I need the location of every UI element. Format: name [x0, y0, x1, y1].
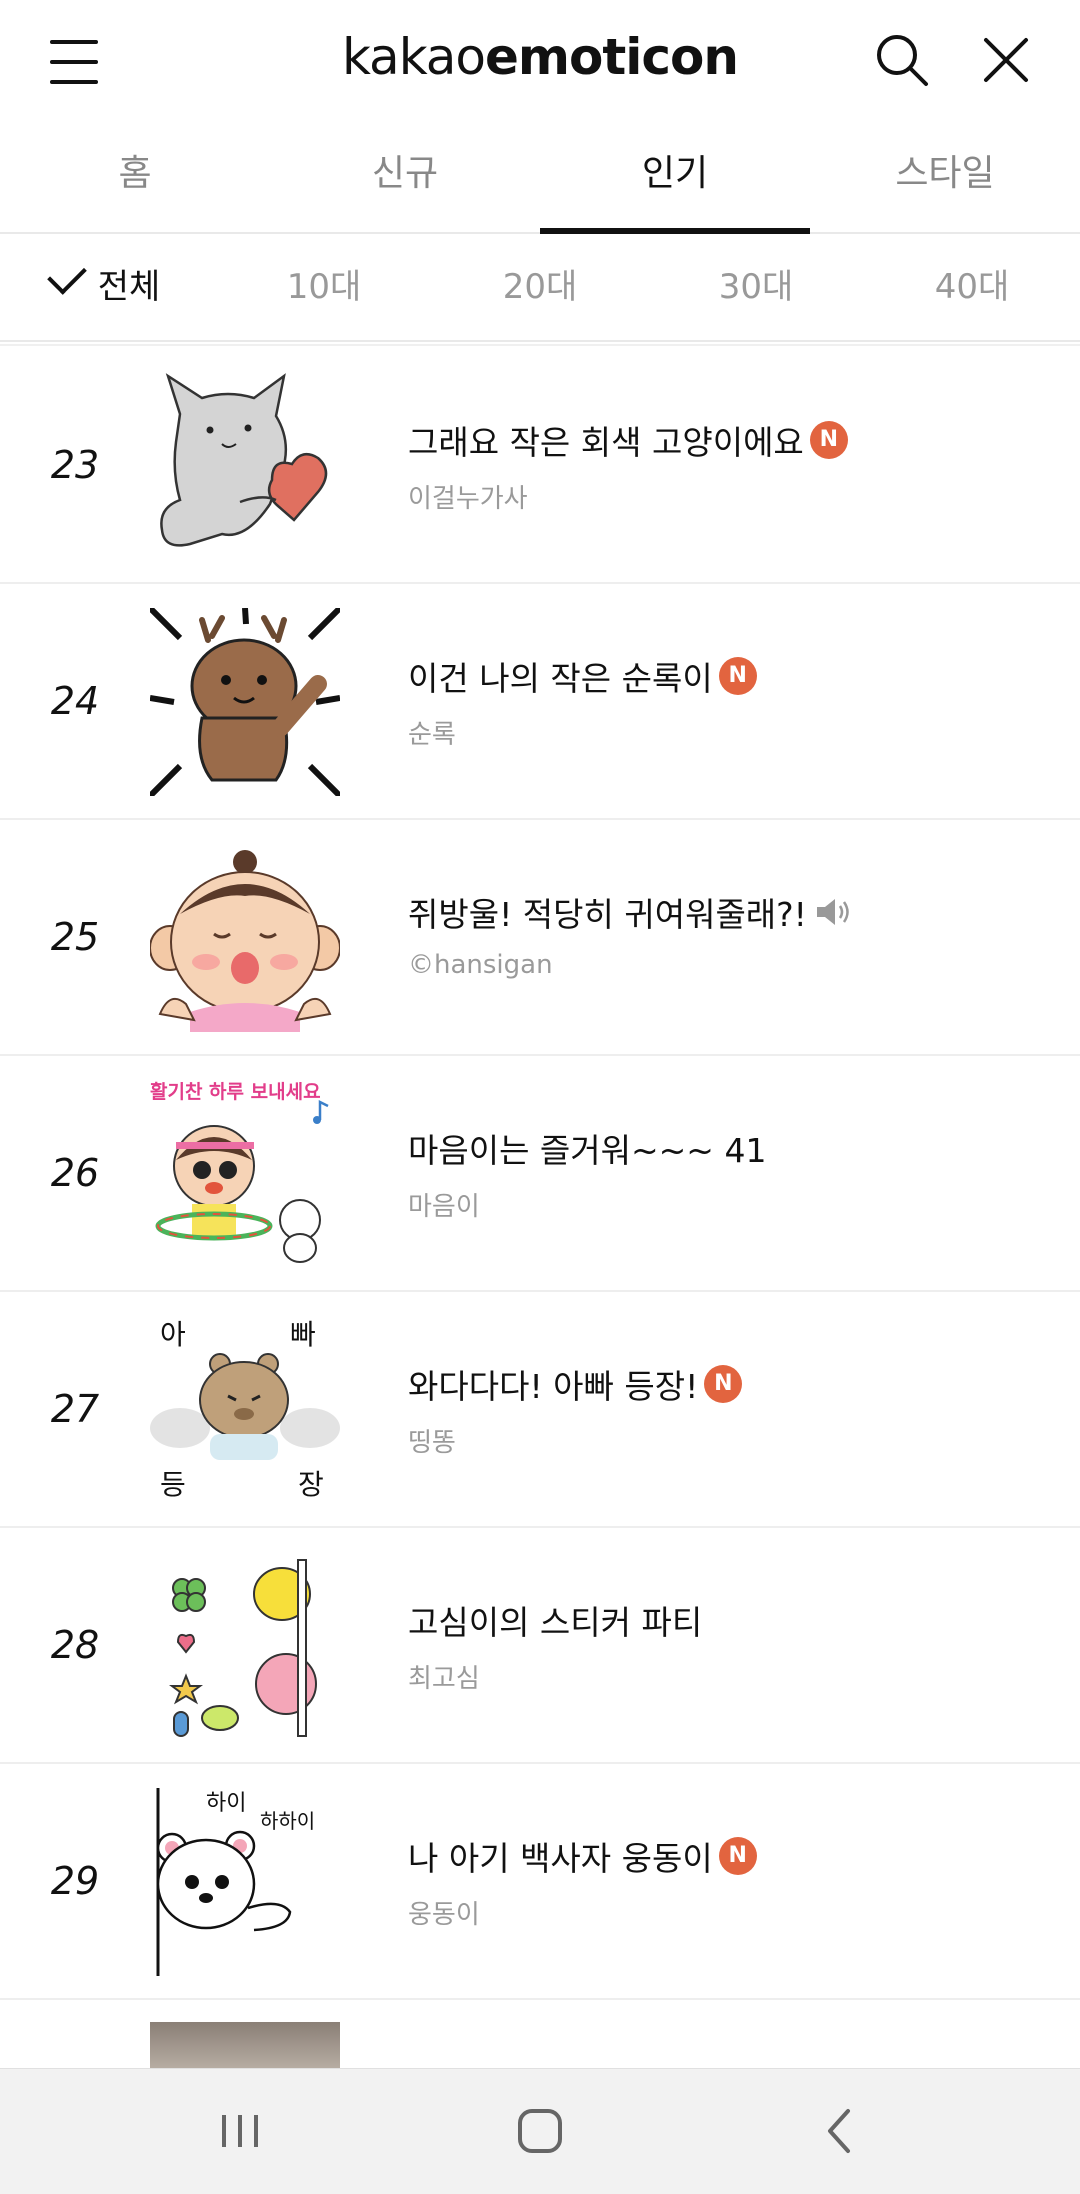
- logo-emoticon-text: emoticon: [485, 28, 739, 86]
- rank-number: 27: [50, 1387, 100, 1431]
- system-navigation-bar: [0, 2068, 1080, 2194]
- filter-10s[interactable]: 10대: [216, 234, 432, 340]
- age-filter-bar: 전체 10대 20대 30대 40대: [0, 234, 1080, 342]
- reindeer-thumbnail: [150, 608, 340, 796]
- list-item[interactable]: 28 고심이의 스티커 파티 최고심: [0, 1528, 1080, 1764]
- search-icon[interactable]: [872, 30, 932, 90]
- item-title: 고심이의 스티커 파티: [408, 1603, 703, 1642]
- item-info: 나 아기 백사자 웅동이 N 웅동이: [408, 1832, 1060, 1931]
- item-title-row: 이건 나의 작은 순록이 N: [408, 652, 1060, 700]
- thumb-text: 하이: [206, 1791, 246, 1816]
- list-item[interactable]: 27 아 빠 등 장 와다다다! 아빠 등장! N 띵똥: [0, 1292, 1080, 1528]
- thumb-text: 하하이: [260, 1809, 315, 1833]
- list-item[interactable]: 24 이건 나의 작은 순록이 N 순록: [0, 584, 1080, 820]
- filter-40s[interactable]: 40대: [864, 234, 1080, 340]
- white-lion-thumbnail: 하이 하하이: [156, 1788, 315, 1976]
- thumb-char: 아: [160, 1318, 186, 1351]
- item-title-row: 나 아기 백사자 웅동이 N: [408, 1832, 1060, 1880]
- tab-style[interactable]: 스타일: [810, 124, 1080, 232]
- sound-speaker-icon: [816, 899, 849, 925]
- item-info: 쥐방울! 적당히 귀여워줄래?! ©hansigan: [408, 888, 1060, 980]
- rank-number: 28: [50, 1623, 100, 1667]
- item-author: ©hansigan: [408, 950, 553, 980]
- item-title: 그래요 작은 회색 고양이에요: [408, 423, 804, 462]
- filter-20s[interactable]: 20대: [432, 234, 648, 340]
- category-tabs: 홈 신규 인기 스타일: [0, 124, 1080, 234]
- new-badge: N: [718, 1837, 757, 1875]
- list-item[interactable]: 25 쥐방울! 적당히 귀여워줄래?! ©hansigan: [0, 820, 1080, 1056]
- bear-dad-thumbnail: 아 빠 등 장: [150, 1318, 340, 1501]
- close-icon[interactable]: [976, 30, 1036, 90]
- item-title-row: 그래요 작은 회색 고양이에요 N: [408, 416, 1060, 464]
- ranking-list: 23 그래요 작은 회색 고양이에요 N 이걸누가사 24 이건 나의 작은 순…: [0, 348, 1080, 2000]
- item-title-row: 마음이는 즐거워~~~ 41: [408, 1124, 1060, 1172]
- thumb-caption: 활기찬 하루 보내세요: [150, 1081, 321, 1103]
- rank-number: 24: [50, 679, 100, 723]
- filter-30s[interactable]: 30대: [648, 234, 864, 340]
- item-info: 고심이의 스티커 파티 최고심: [408, 1596, 1060, 1695]
- item-info: 와다다다! 아빠 등장! N 띵똥: [408, 1360, 1060, 1459]
- item-info: 이건 나의 작은 순록이 N 순록: [408, 652, 1060, 751]
- back-icon[interactable]: [810, 2101, 870, 2161]
- rank-number: 25: [50, 915, 100, 959]
- check-icon: [46, 255, 87, 295]
- tab-new[interactable]: 신규: [270, 124, 540, 232]
- item-author: 이걸누가사: [408, 484, 528, 514]
- rank-number: 29: [50, 1859, 100, 1903]
- home-icon[interactable]: [510, 2101, 570, 2161]
- tab-popular[interactable]: 인기: [540, 124, 810, 234]
- item-info: 마음이는 즐거워~~~ 41 마음이: [408, 1124, 1060, 1223]
- item-author: 마음이: [408, 1192, 480, 1222]
- new-badge: N: [718, 657, 757, 695]
- item-info: 그래요 작은 회색 고양이에요 N 이걸누가사: [408, 416, 1060, 515]
- baby-girl-thumbnail: [150, 850, 340, 1032]
- logo-kakao-text: kakao: [341, 28, 486, 86]
- thumb-char: 등: [160, 1468, 186, 1501]
- item-title: 마음이는 즐거워~~~ 41: [408, 1131, 767, 1170]
- item-author: 순록: [408, 720, 456, 750]
- new-badge: N: [704, 1365, 743, 1403]
- item-author: 웅동이: [408, 1900, 480, 1930]
- item-title: 나 아기 백사자 웅동이: [408, 1839, 713, 1878]
- item-author: 최고심: [408, 1664, 480, 1694]
- item-title: 와다다다! 아빠 등장!: [408, 1367, 699, 1406]
- list-item[interactable]: 29 하이 하하이 나 아기 백사자 웅동이 N 웅동이: [0, 1764, 1080, 2000]
- thumb-char: 장: [298, 1468, 324, 1501]
- app-header: kakaoemoticon: [0, 0, 1080, 124]
- new-badge: N: [809, 421, 848, 459]
- gray-cat-thumbnail: [160, 373, 328, 547]
- rank-number: 26: [50, 1151, 100, 1195]
- divider: [0, 344, 1080, 346]
- item-title-row: 고심이의 스티커 파티: [408, 1596, 1060, 1644]
- item-author: 띵똥: [408, 1428, 456, 1458]
- list-item[interactable]: 23 그래요 작은 회색 고양이에요 N 이걸누가사: [0, 348, 1080, 584]
- rank-number: 23: [50, 443, 100, 487]
- item-title-row: 쥐방울! 적당히 귀여워줄래?!: [408, 888, 1060, 936]
- girl-hula-hoop-thumbnail: 활기찬 하루 보내세요: [150, 1081, 329, 1263]
- sticker-party-thumbnail: [169, 1559, 317, 1737]
- item-title: 쥐방울! 적당히 귀여워줄래?!: [408, 895, 807, 934]
- recent-apps-icon[interactable]: [210, 2101, 270, 2161]
- thumb-char: 빠: [290, 1318, 316, 1351]
- item-title: 이건 나의 작은 순록이: [408, 659, 713, 698]
- item-title-row: 와다다다! 아빠 등장! N: [408, 1360, 1060, 1408]
- filter-all[interactable]: 전체: [0, 234, 216, 340]
- next-item-thumbnail-partial[interactable]: [150, 2022, 340, 2070]
- list-item[interactable]: 26 활기찬 하루 보내세요 마음이는 즐거워~~~ 41 마음이: [0, 1056, 1080, 1292]
- tab-home[interactable]: 홈: [0, 124, 270, 232]
- filter-all-label: 전체: [97, 267, 161, 307]
